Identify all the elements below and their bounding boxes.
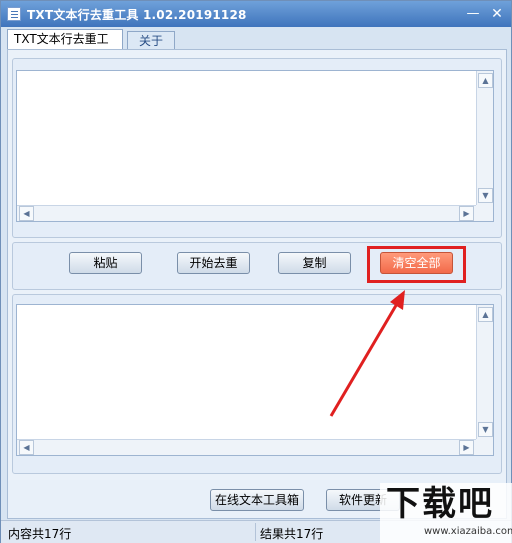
annotation-highlight-box [367, 246, 466, 283]
scroll-left-icon[interactable]: ◀ [19, 206, 34, 221]
scroll-down-icon[interactable]: ▼ [478, 422, 493, 437]
main-panel: ▲ ▼ ◀ ▶ ▲ ▼ ◀ ▶ [7, 49, 507, 519]
tab-about[interactable]: 关于 [127, 31, 175, 50]
status-input-lines: 内容共17行 [8, 527, 72, 541]
input-horizontal-scrollbar[interactable]: ◀ ▶ [17, 205, 476, 221]
online-toolbox-button[interactable]: 在线文本工具箱 [210, 489, 304, 511]
scroll-corner [476, 439, 493, 455]
paste-button[interactable]: 粘贴 [69, 252, 142, 274]
status-divider [255, 523, 256, 541]
close-button[interactable]: ✕ [487, 5, 507, 23]
scroll-right-icon[interactable]: ▶ [459, 440, 474, 455]
window-title: TXT文本行去重工具 1.02.20191128 [27, 8, 247, 22]
scroll-corner [476, 205, 493, 221]
scroll-left-icon[interactable]: ◀ [19, 440, 34, 455]
tab-dedup-tool[interactable]: TXT文本行去重工具 [7, 29, 123, 65]
status-result-lines: 结果共17行 [260, 527, 324, 541]
start-dedup-button[interactable]: 开始去重 [177, 252, 250, 274]
app-window: TXT文本行去重工具 1.02.20191128 — ✕ TXT文本行去重工具 … [0, 0, 512, 543]
minimize-button[interactable]: — [463, 5, 483, 23]
title-bar[interactable]: TXT文本行去重工具 1.02.20191128 — ✕ [1, 1, 511, 27]
scroll-up-icon[interactable]: ▲ [478, 307, 493, 322]
scroll-right-icon[interactable]: ▶ [459, 206, 474, 221]
input-vertical-scrollbar[interactable]: ▲ ▼ [476, 71, 493, 221]
scroll-up-icon[interactable]: ▲ [478, 73, 493, 88]
watermark-text: 下载吧 [386, 484, 494, 524]
watermark-url: www.xiazaiba.com [424, 526, 512, 537]
output-textarea[interactable]: ▲ ▼ ◀ ▶ [16, 304, 494, 456]
copy-button[interactable]: 复制 [278, 252, 351, 274]
watermark-logo: 下载吧 www.xiazaiba.com [380, 483, 512, 543]
output-horizontal-scrollbar[interactable]: ◀ ▶ [17, 439, 476, 455]
app-icon [7, 7, 21, 21]
output-vertical-scrollbar[interactable]: ▲ ▼ [476, 305, 493, 455]
input-textarea[interactable]: ▲ ▼ ◀ ▶ [16, 70, 494, 222]
scroll-down-icon[interactable]: ▼ [478, 188, 493, 203]
